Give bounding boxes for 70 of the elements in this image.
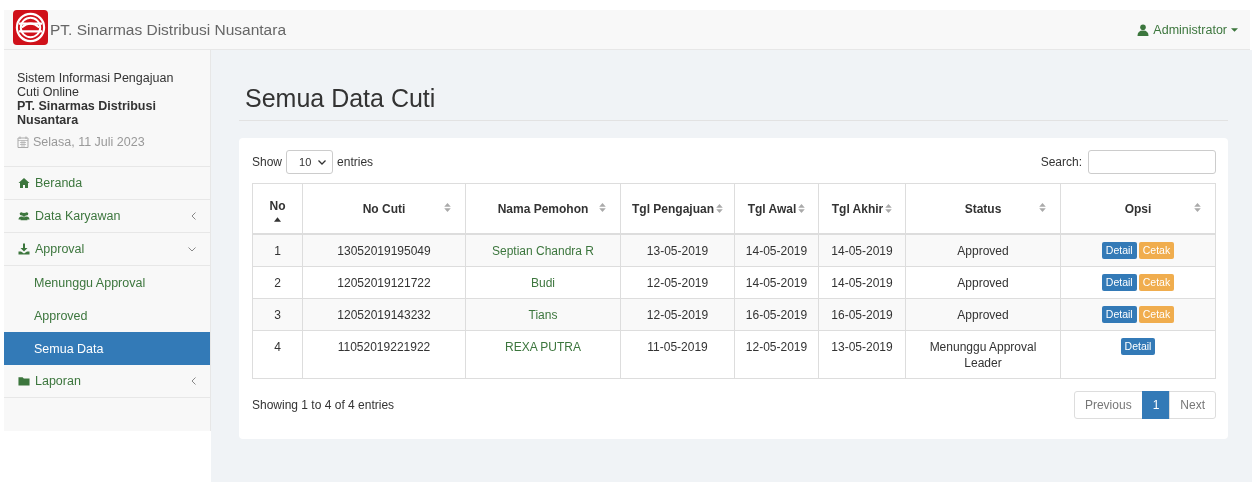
detail-button[interactable]: Detail	[1101, 242, 1137, 259]
user-icon	[1137, 23, 1150, 36]
table-cell: 14-05-2019	[818, 266, 906, 299]
calendar-icon	[17, 136, 29, 148]
sort-icon	[599, 203, 606, 212]
table-cell: Approved	[905, 266, 1061, 299]
page-length-select[interactable]: 10	[286, 150, 334, 174]
length-label: entries	[337, 155, 374, 169]
user-menu[interactable]: Administrator	[1137, 22, 1238, 37]
table-cell: 12-05-2019	[620, 298, 735, 331]
table-cell: 4	[252, 330, 303, 379]
table-cell: 12-05-2019	[734, 330, 819, 379]
table-cell: 3	[252, 298, 303, 331]
table-cell: Septian Chandra R	[465, 234, 621, 267]
sort-icon	[444, 203, 451, 212]
folder-icon	[18, 375, 30, 387]
chevron-left-icon	[191, 377, 196, 385]
app-name: Sistem Informasi Pengajuan Cuti Online	[17, 71, 175, 99]
table-cell: 2	[252, 266, 303, 299]
table-cell: 16-05-2019	[734, 298, 819, 331]
table-cell: 12052019121722	[302, 266, 466, 299]
submenu-item[interactable]: Approved	[4, 299, 210, 332]
table-cell: Approved	[905, 234, 1061, 267]
chevron-down-icon	[318, 159, 327, 165]
sort-icon	[1194, 203, 1201, 212]
chevron-left-icon	[191, 212, 196, 220]
table-cell: 14-05-2019	[818, 234, 906, 267]
brand-name[interactable]: PT. Sinarmas Distribusi Nusantara	[50, 20, 287, 39]
table-cell: Menunggu Approval Leader	[905, 330, 1061, 379]
table-cell: 14-05-2019	[734, 234, 819, 267]
page-title: Semua Data Cuti	[239, 50, 1228, 121]
sort-icon	[1039, 203, 1046, 212]
current-date: Selasa, 11 Juli 2023	[33, 135, 145, 149]
length-label: Show	[252, 155, 283, 169]
submenu-item[interactable]: Menunggu Approval	[4, 266, 210, 299]
table-cell: 13-05-2019	[620, 234, 735, 267]
sidebar-item[interactable]: Data Karyawan	[4, 200, 210, 233]
chevron-down-icon	[188, 246, 196, 252]
company-name: PT. Sinarmas Distribusi Nusantara	[17, 99, 157, 127]
table-cell: 1	[252, 234, 303, 267]
table-cell: 11-05-2019	[620, 330, 735, 379]
sort-icon	[716, 204, 723, 213]
download-icon	[18, 243, 30, 255]
sidebar-item[interactable]: Approval	[4, 233, 210, 266]
table-cell: 13052019195049	[302, 234, 466, 267]
table-cell: 14-05-2019	[734, 266, 819, 299]
table-cell: REXA PUTRA	[465, 330, 621, 379]
users-icon	[18, 210, 30, 222]
detail-button[interactable]: Detail	[1101, 274, 1137, 291]
detail-button[interactable]: Detail	[1120, 338, 1156, 355]
sidebar-item[interactable]: Laporan	[4, 365, 210, 398]
caret-down-icon	[1231, 27, 1238, 32]
submenu-item[interactable]: Semua Data	[4, 332, 210, 365]
table-cell: Approved	[905, 298, 1061, 331]
search-field[interactable]	[1088, 150, 1216, 174]
search-label: Search:	[1040, 155, 1082, 169]
sort-icon	[885, 204, 893, 213]
table-cell: 11052019221922	[302, 330, 466, 379]
table-cell: 12052019143232	[302, 298, 466, 331]
sidebar-item[interactable]: Beranda	[4, 167, 210, 200]
table-cell: Tians	[465, 298, 621, 331]
table-cell: Budi	[465, 266, 621, 299]
sort-icon	[798, 204, 806, 213]
table-cell: 12-05-2019	[620, 266, 735, 299]
sort-ascending-icon	[274, 217, 281, 222]
home-icon	[18, 177, 30, 189]
table-info: Showing 1 to 4 of 4 entries	[252, 398, 395, 412]
table-cell: 16-05-2019	[818, 298, 906, 331]
table-cell: 13-05-2019	[818, 330, 906, 379]
detail-button[interactable]: Detail	[1101, 306, 1137, 323]
